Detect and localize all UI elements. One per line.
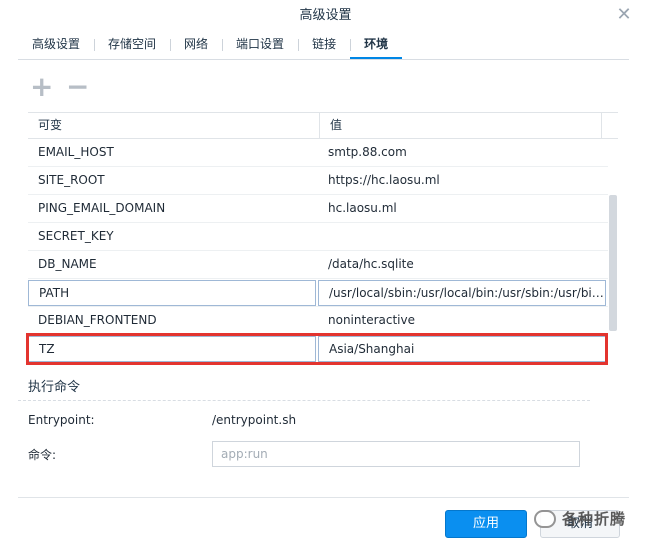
variable-input[interactable]: TZ [28, 336, 316, 362]
tab-advanced[interactable]: 高级设置 [18, 31, 94, 59]
variable-cell[interactable]: SECRET_KEY [28, 223, 318, 250]
value-cell[interactable] [318, 223, 608, 250]
column-header-value[interactable]: 值 [320, 113, 602, 138]
table-row-selected[interactable]: TZ Asia/Shanghai [26, 333, 608, 365]
apply-button[interactable]: 应用 [445, 510, 527, 538]
section-divider [18, 400, 590, 401]
variable-cell[interactable]: EMAIL_HOST [28, 139, 318, 166]
tab-storage[interactable]: 存储空间 [94, 31, 170, 59]
table-row[interactable]: DEBIAN_FRONTEND noninteractive [28, 307, 608, 335]
tab-network[interactable]: 网络 [170, 31, 222, 59]
entrypoint-label: Entrypoint: [28, 413, 95, 427]
variable-cell[interactable]: DB_NAME [28, 251, 318, 278]
watermark-text: 各种折腾 [562, 510, 627, 528]
scrollbar-thumb[interactable] [609, 195, 617, 331]
grid-toolbar: + − [30, 73, 89, 102]
command-input[interactable] [212, 441, 580, 467]
entrypoint-value: /entrypoint.sh [212, 413, 297, 427]
tab-bar: 高级设置 存储空间 网络 端口设置 链接 环境 [18, 31, 629, 60]
grid-header: 可变 值 [28, 113, 618, 139]
footer-divider [18, 497, 629, 498]
value-cell[interactable]: noninteractive [318, 307, 608, 334]
watermark: 各种折腾 [534, 508, 626, 529]
tab-links[interactable]: 链接 [298, 31, 350, 59]
table-row[interactable]: SITE_ROOT https://hc.laosu.ml [28, 167, 608, 195]
value-input[interactable]: /usr/local/sbin:/usr/local/bin:/usr/sbin… [318, 280, 606, 306]
variable-cell[interactable]: PING_EMAIL_DOMAIN [28, 195, 318, 222]
tab-environment[interactable]: 环境 [350, 31, 403, 59]
value-cell[interactable]: https://hc.laosu.ml [318, 167, 608, 194]
env-grid: 可变 值 EMAIL_HOST smtp.88.com SITE_ROOT ht… [26, 112, 618, 365]
value-input[interactable]: Asia/Shanghai [318, 336, 606, 362]
table-row[interactable]: DB_NAME /data/hc.sqlite [28, 251, 608, 279]
grid-scrollbar[interactable] [608, 139, 618, 363]
exec-section-title: 执行命令 [28, 380, 81, 395]
table-row[interactable]: SECRET_KEY [28, 223, 608, 251]
wechat-icon [534, 509, 556, 528]
dialog-title: 高级设置 [299, 8, 352, 23]
column-header-variable[interactable]: 可变 [28, 113, 320, 138]
table-row[interactable]: EMAIL_HOST smtp.88.com [28, 139, 608, 167]
value-cell[interactable]: smtp.88.com [318, 139, 608, 166]
variable-input[interactable]: PATH [28, 280, 316, 306]
command-label: 命令: [28, 448, 57, 462]
add-icon[interactable]: + [30, 73, 53, 101]
remove-icon[interactable]: − [66, 73, 89, 101]
close-icon[interactable]: ✕ [615, 6, 633, 24]
tab-port-settings[interactable]: 端口设置 [222, 31, 298, 59]
table-row-editing[interactable]: PATH /usr/local/sbin:/usr/local/bin:/usr… [28, 279, 608, 307]
variable-cell[interactable]: SITE_ROOT [28, 167, 318, 194]
value-cell[interactable]: /data/hc.sqlite [318, 251, 608, 278]
dialog-titlebar: 高级设置 ✕ [0, 0, 651, 31]
value-cell[interactable]: hc.laosu.ml [318, 195, 608, 222]
variable-cell[interactable]: DEBIAN_FRONTEND [28, 307, 318, 334]
table-row[interactable]: PING_EMAIL_DOMAIN hc.laosu.ml [28, 195, 608, 223]
